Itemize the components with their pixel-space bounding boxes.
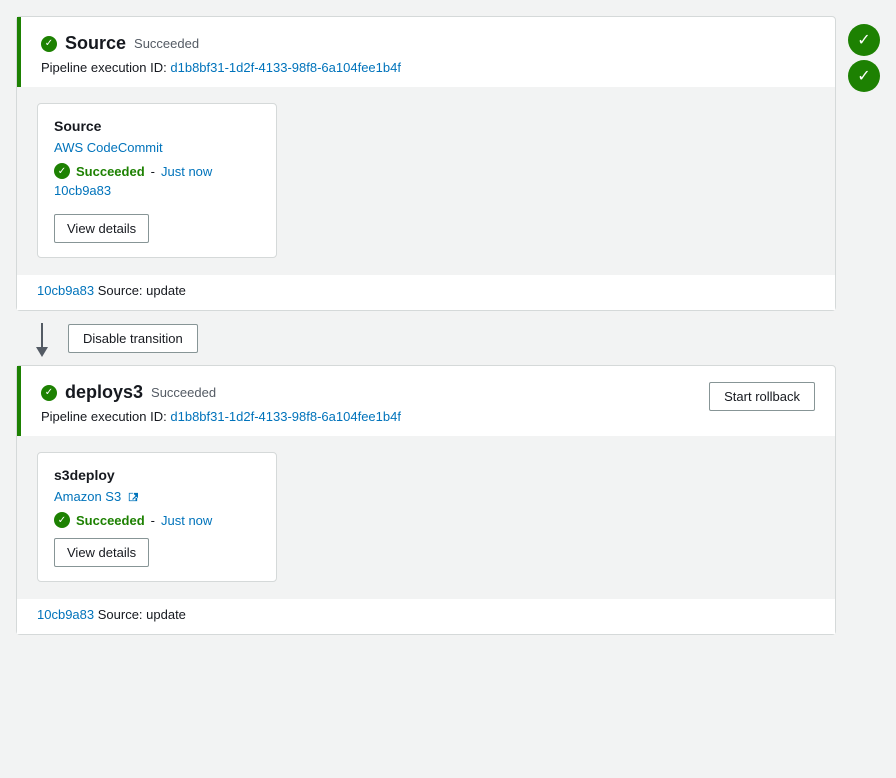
source-success-icon: ✓ [41,36,57,52]
deploys3-header-left: ✓ deploys3 Succeeded Pipeline execution … [41,382,401,424]
deploys3-action-provider-link[interactable]: Amazon S3 [54,489,138,504]
source-action-time-link[interactable]: Just now [161,164,212,179]
deploys3-pipeline-exec-row: Pipeline execution ID: d1b8bf31-1d2f-413… [41,409,401,424]
disable-transition-button[interactable]: Disable transition [68,324,198,353]
sidebar-icons: ✓ ✓ [848,16,880,762]
transition-section: Disable transition [16,311,836,365]
deploys3-header-row: ✓ deploys3 Succeeded Pipeline execution … [41,382,815,424]
source-action-separator: - [151,164,155,179]
deploys3-commit-row: 10cb9a83 Source: update [17,598,835,634]
source-stage-body: Source AWS CodeCommit ✓ Succeeded - Just… [17,87,835,274]
deploys3-success-icon: ✓ [41,385,57,401]
source-action-commit-link[interactable]: 10cb9a83 [54,183,260,198]
deploys3-view-details-button[interactable]: View details [54,538,149,567]
source-action-card: Source AWS CodeCommit ✓ Succeeded - Just… [37,103,277,258]
arrow-head [36,347,48,357]
deploys3-stage-title: deploys3 [65,382,143,403]
source-commit-link[interactable]: 10cb9a83 [37,283,94,298]
deploys3-commit-message: Source: update [94,607,186,622]
checkmark-icon-2: ✓ [857,66,870,86]
source-commit-message: Source: update [94,283,186,298]
source-action-provider-label: AWS CodeCommit [54,140,163,155]
deploys3-action-title: s3deploy [54,467,260,483]
external-link-icon [128,492,138,502]
source-pipeline-exec-row: Pipeline execution ID: d1b8bf31-1d2f-413… [41,60,815,75]
source-action-status-row: ✓ Succeeded - Just now [54,163,260,179]
sidebar-succeeded-icon-1[interactable]: ✓ [848,24,880,56]
source-commit-row: 10cb9a83 Source: update [17,274,835,310]
deploys3-stage-header: ✓ deploys3 Succeeded Pipeline execution … [17,366,835,436]
deploys3-action-time-link[interactable]: Just now [161,513,212,528]
source-action-provider-link[interactable]: AWS CodeCommit [54,140,163,155]
source-stage-title: Source [65,33,126,54]
source-title-row: ✓ Source Succeeded [41,33,815,54]
deploys3-action-status-row: ✓ Succeeded - Just now [54,512,260,528]
source-view-details-button[interactable]: View details [54,214,149,243]
arrow-line [41,323,43,347]
source-stage-status: Succeeded [134,36,199,51]
transition-arrow [36,323,48,357]
sidebar-succeeded-icon-2[interactable]: ✓ [848,60,880,92]
deploys3-stage-status: Succeeded [151,385,216,400]
deploys3-action-success-icon: ✓ [54,512,70,528]
checkmark-icon-1: ✓ [857,30,870,50]
deploys3-action-status-label: Succeeded [76,513,145,528]
deploys3-action-separator: - [151,513,155,528]
deploys3-commit-link[interactable]: 10cb9a83 [37,607,94,622]
deploys3-action-card: s3deploy Amazon S3 ✓ Succeeded - Just no… [37,452,277,582]
source-pipeline-exec-label: Pipeline execution ID: [41,60,167,75]
source-pipeline-exec-id[interactable]: d1b8bf31-1d2f-4133-98f8-6a104fee1b4f [170,60,401,75]
deploys3-stage-panel: ✓ deploys3 Succeeded Pipeline execution … [16,365,836,635]
source-action-success-icon: ✓ [54,163,70,179]
source-action-title: Source [54,118,260,134]
source-stage-panel: ✓ Source Succeeded Pipeline execution ID… [16,16,836,311]
source-action-status-label: Succeeded [76,164,145,179]
source-stage-header: ✓ Source Succeeded Pipeline execution ID… [17,17,835,87]
deploys3-pipeline-exec-label: Pipeline execution ID: [41,409,167,424]
deploys3-title-row: ✓ deploys3 Succeeded [41,382,401,403]
start-rollback-button[interactable]: Start rollback [709,382,815,411]
deploys3-action-provider-label: Amazon S3 [54,489,121,504]
deploys3-stage-body: s3deploy Amazon S3 ✓ Succeeded - Just no… [17,436,835,598]
deploys3-pipeline-exec-id[interactable]: d1b8bf31-1d2f-4133-98f8-6a104fee1b4f [170,409,401,424]
